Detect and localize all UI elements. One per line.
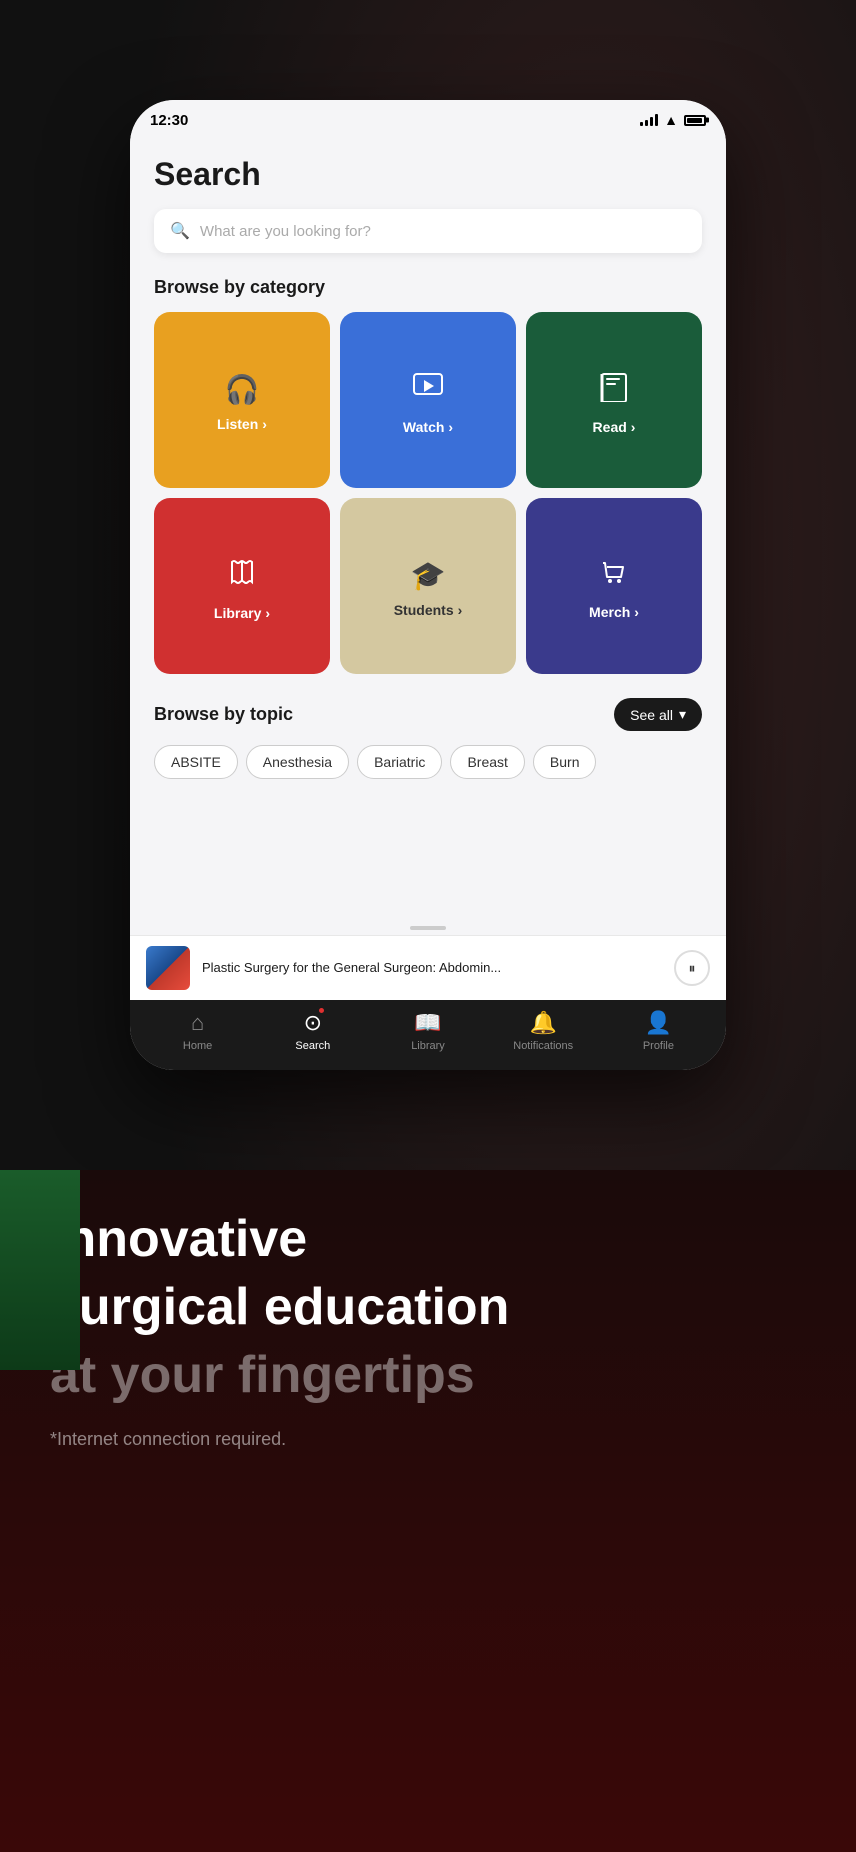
profile-icon-wrap: 👤: [645, 1010, 672, 1036]
watch-label: Watch ›: [403, 419, 453, 435]
home-icon: ⌂: [191, 1010, 204, 1035]
marketing-image: [0, 1170, 80, 1370]
now-playing-title: Plastic Surgery for the General Surgeon:…: [202, 960, 662, 977]
battery-icon: [684, 115, 706, 126]
chevron-down-icon: ▾: [679, 706, 686, 723]
category-section-title: Browse by category: [154, 277, 702, 298]
phone-frame: 12:30 ▲ Search 🔍 What are you looking fo…: [130, 100, 726, 1070]
merch-label: Merch ›: [589, 604, 639, 620]
search-icon-wrap: ⊙: [304, 1010, 322, 1036]
search-bar-placeholder: What are you looking for?: [200, 223, 686, 240]
signal-icon: [640, 114, 658, 126]
status-icons: ▲: [640, 112, 706, 128]
library-nav-icon: 📖: [414, 1010, 441, 1035]
person-icon: 👤: [645, 1010, 672, 1035]
bottom-navigation: ⌂ Home ⊙ Search 📖 Library 🔔 Notification…: [130, 1000, 726, 1070]
merch-icon: [599, 557, 629, 594]
nav-notifications[interactable]: 🔔 Notifications: [486, 1010, 601, 1052]
now-playing-thumbnail: [146, 946, 190, 990]
nav-home-label: Home: [183, 1040, 212, 1052]
library-icon: [226, 556, 258, 595]
marketing-section: Innovative surgical education at your fi…: [0, 1170, 856, 1852]
listen-icon: 🎧: [225, 373, 260, 406]
drag-indicator: [410, 926, 446, 930]
marketing-disclaimer: *Internet connection required.: [50, 1429, 806, 1450]
pause-icon: ⏸: [689, 960, 696, 977]
nav-home[interactable]: ⌂ Home: [140, 1010, 255, 1052]
topic-chip-anesthesia[interactable]: Anesthesia: [246, 745, 349, 779]
status-bar: 12:30 ▲: [130, 100, 726, 140]
nav-profile[interactable]: 👤 Profile: [601, 1010, 716, 1052]
notifications-icon-wrap: 🔔: [530, 1010, 557, 1036]
marketing-headline-line1: Innovative: [50, 1210, 806, 1270]
category-watch[interactable]: Watch ›: [340, 312, 516, 488]
status-time: 12:30: [150, 112, 188, 129]
topic-chip-bariatric[interactable]: Bariatric: [357, 745, 442, 779]
library-icon-wrap: 📖: [414, 1010, 441, 1036]
category-students[interactable]: 🎓 Students ›: [340, 498, 516, 674]
category-read[interactable]: Read ›: [526, 312, 702, 488]
phone-content: Search 🔍 What are you looking for? Brows…: [130, 140, 726, 1000]
nav-search[interactable]: ⊙ Search: [255, 1010, 370, 1052]
home-icon-wrap: ⌂: [191, 1010, 204, 1036]
nav-search-label: Search: [295, 1040, 330, 1052]
nav-library[interactable]: 📖 Library: [370, 1010, 485, 1052]
topic-chips: ABSITE Anesthesia Bariatric Breast Burn: [154, 745, 702, 779]
watch-icon: [412, 370, 444, 409]
topic-header: Browse by topic See all ▾: [154, 698, 702, 731]
topic-chip-breast[interactable]: Breast: [450, 745, 524, 779]
students-label: Students ›: [394, 602, 463, 618]
pause-button[interactable]: ⏸: [674, 950, 710, 986]
now-playing-info: Plastic Surgery for the General Surgeon:…: [202, 960, 662, 977]
library-label: Library ›: [214, 605, 270, 621]
topic-chip-burn[interactable]: Burn: [533, 745, 597, 779]
marketing-subline: at your fingertips: [50, 1346, 806, 1406]
search-bar[interactable]: 🔍 What are you looking for?: [154, 209, 702, 253]
read-label: Read ›: [593, 419, 636, 435]
category-listen[interactable]: 🎧 Listen ›: [154, 312, 330, 488]
category-library[interactable]: Library ›: [154, 498, 330, 674]
students-icon: 🎓: [411, 559, 446, 592]
topic-chip-absite[interactable]: ABSITE: [154, 745, 238, 779]
search-dot-indicator: [319, 1008, 324, 1013]
nav-profile-label: Profile: [643, 1040, 674, 1052]
nav-library-label: Library: [411, 1040, 445, 1052]
now-playing-bar[interactable]: Plastic Surgery for the General Surgeon:…: [130, 935, 726, 1000]
search-bar-icon: 🔍: [170, 221, 190, 241]
page-title: Search: [154, 156, 702, 193]
see-all-label: See all: [630, 707, 673, 723]
bell-icon: 🔔: [530, 1010, 557, 1035]
marketing-headline-line2: surgical education: [50, 1278, 806, 1338]
see-all-button[interactable]: See all ▾: [614, 698, 702, 731]
category-grid: 🎧 Listen › Watch ›: [154, 312, 702, 674]
topic-section-title: Browse by topic: [154, 704, 293, 725]
wifi-icon: ▲: [664, 112, 678, 128]
search-nav-icon: ⊙: [304, 1010, 322, 1035]
category-merch[interactable]: Merch ›: [526, 498, 702, 674]
nav-notifications-label: Notifications: [513, 1040, 573, 1052]
read-icon: [598, 370, 630, 409]
listen-label: Listen ›: [217, 416, 267, 432]
